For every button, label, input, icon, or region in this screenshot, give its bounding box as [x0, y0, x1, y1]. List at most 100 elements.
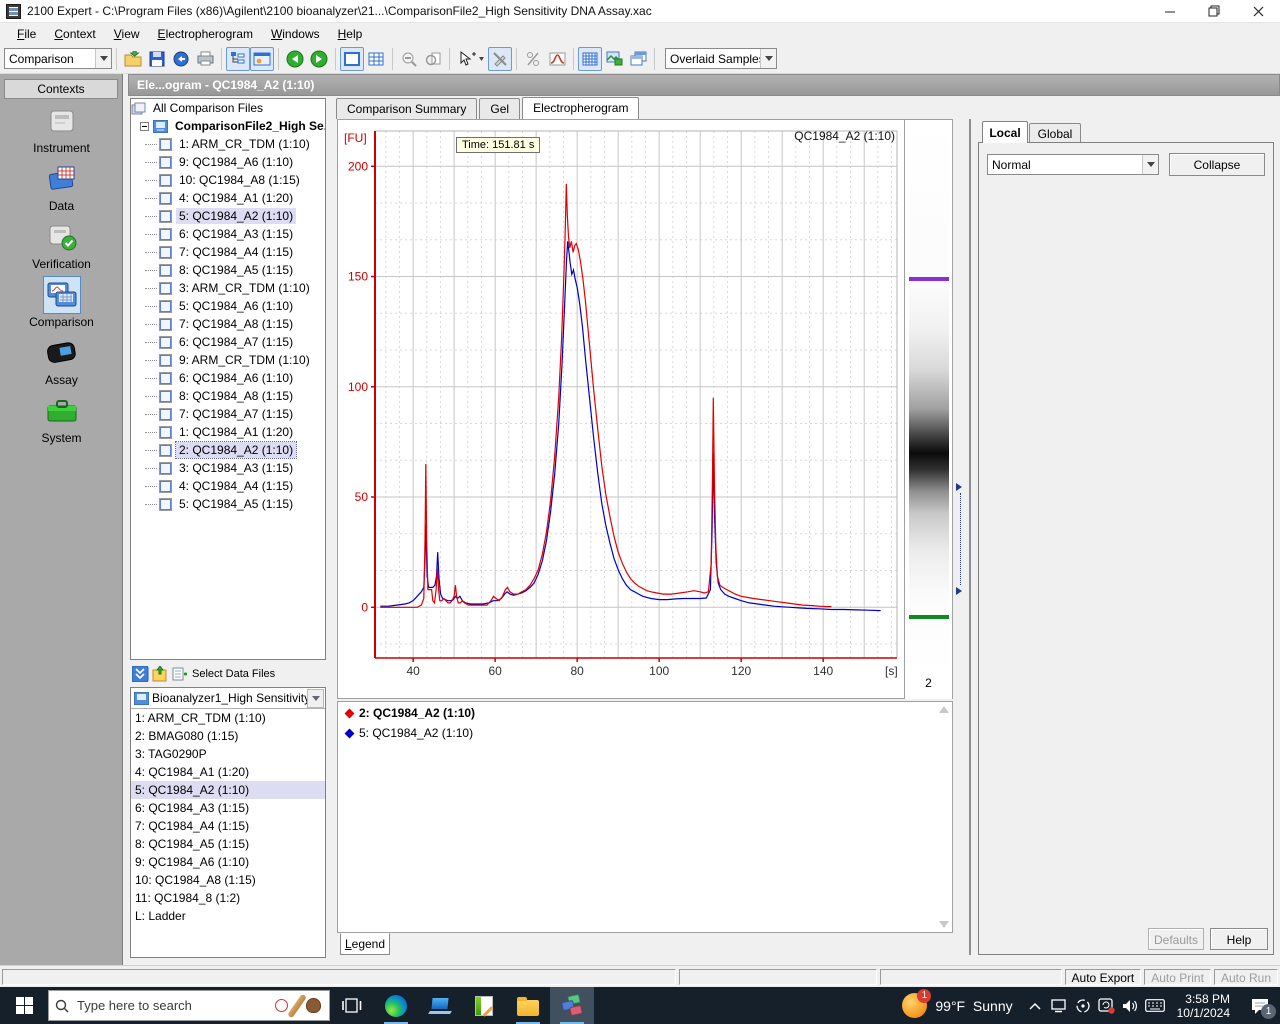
taskbar-search-input[interactable]: Type here to search: [48, 990, 330, 1021]
tab-comparison-summary[interactable]: Comparison Summary: [336, 98, 478, 119]
sample-checkbox[interactable]: [159, 461, 172, 475]
taskbar-app-edge[interactable]: [374, 987, 418, 1024]
restore-button[interactable]: [1192, 0, 1236, 22]
data-file-item[interactable]: 3: TAG0290P: [131, 745, 325, 763]
open-file-icon[interactable]: [121, 47, 145, 71]
data-file-item[interactable]: 10: QC1984_A8 (1:15): [131, 871, 325, 889]
taskbar-app-2100-expert[interactable]: [550, 987, 594, 1024]
undo-icon[interactable]: [169, 47, 193, 71]
notification-center-button[interactable]: 1: [1240, 987, 1280, 1024]
tab-global[interactable]: Global: [1029, 123, 1081, 143]
data-file-item[interactable]: 11: QC1984_8 (1:2): [131, 889, 325, 907]
print-icon[interactable]: [193, 47, 217, 71]
data-file-item[interactable]: 2: BMAG080 (1:15): [131, 727, 325, 745]
tree-sample-item[interactable]: 6: QC1984_A3 (1:15): [131, 225, 325, 243]
tree-sample-item[interactable]: 7: QC1984_A8 (1:15): [131, 315, 325, 333]
tree-sample-item[interactable]: 7: QC1984_A4 (1:15): [131, 243, 325, 261]
tree-view-icon[interactable]: [226, 46, 250, 71]
tree-sample-item[interactable]: 9: QC1984_A6 (1:10): [131, 153, 325, 171]
annotation-off-icon[interactable]: [488, 46, 512, 71]
data-file-item[interactable]: 5: QC1984_A2 (1:10): [131, 781, 325, 799]
taskbar-app-file-explorer[interactable]: [506, 987, 550, 1024]
data-file-item[interactable]: 8: QC1984_A5 (1:15): [131, 835, 325, 853]
tree-sample-item[interactable]: 1: ARM_CR_TDM (1:10): [131, 135, 325, 153]
menu-electropherogram[interactable]: Electropherogram: [149, 24, 262, 44]
sample-checkbox[interactable]: [159, 281, 172, 295]
sample-checkbox[interactable]: [159, 299, 172, 313]
sample-checkbox[interactable]: [159, 263, 172, 277]
sample-checkbox[interactable]: [159, 227, 172, 241]
menu-view[interactable]: View: [105, 24, 149, 44]
sample-checkbox[interactable]: [159, 353, 172, 367]
sample-checkbox[interactable]: [159, 317, 172, 331]
sample-checkbox[interactable]: [159, 425, 172, 439]
sample-checkbox[interactable]: [159, 497, 172, 511]
legend-scroll-down-icon[interactable]: [939, 921, 949, 928]
legend-tab[interactable]: Legend: [340, 933, 390, 955]
collapse-button[interactable]: Collapse: [1169, 153, 1265, 176]
close-button[interactable]: [1236, 0, 1280, 22]
legend-entry[interactable]: 2: QC1984_A2 (1:10): [338, 702, 952, 722]
menu-context[interactable]: Context: [45, 24, 104, 44]
properties-panel-icon[interactable]: [250, 46, 274, 71]
update-icon[interactable]: [1095, 987, 1119, 1024]
tab-gel[interactable]: Gel: [479, 98, 521, 119]
tree-sample-item[interactable]: 6: QC1984_A6 (1:10): [131, 369, 325, 387]
tree-sample-item[interactable]: 3: QC1984_A3 (1:15): [131, 459, 325, 477]
import-file-icon[interactable]: [152, 666, 169, 682]
menu-windows[interactable]: Windows: [262, 24, 329, 44]
menu-help[interactable]: Help: [329, 24, 372, 44]
nav-forward-icon[interactable]: [307, 47, 331, 71]
slider-top-handle[interactable]: [956, 483, 962, 491]
sidebar-item-verification[interactable]: Verification: [0, 218, 123, 271]
tree-sample-item[interactable]: 8: QC1984_A5 (1:15): [131, 261, 325, 279]
tree-sample-item[interactable]: 5: QC1984_A2 (1:10): [131, 207, 325, 225]
vertical-splitter[interactable]: [969, 119, 971, 955]
sample-checkbox[interactable]: [159, 137, 172, 151]
peak-view-icon[interactable]: [545, 47, 569, 71]
start-button[interactable]: [0, 987, 48, 1024]
slider-bottom-handle[interactable]: [956, 587, 962, 595]
zoom-page-icon[interactable]: [421, 47, 445, 71]
zoom-out-icon[interactable]: [397, 47, 421, 71]
grid-view-icon[interactable]: [364, 47, 388, 71]
data-file-item[interactable]: 1: ARM_CR_TDM (1:10): [131, 709, 325, 727]
data-file-item[interactable]: L: Ladder: [131, 907, 325, 925]
sample-checkbox[interactable]: [159, 191, 172, 205]
sidebar-item-assay[interactable]: Assay: [0, 334, 123, 387]
speaker-icon[interactable]: [1119, 987, 1143, 1024]
sample-checkbox[interactable]: [159, 245, 172, 259]
taskbar-clock[interactable]: 3:58 PM 10/1/2024: [1167, 992, 1240, 1020]
tree-root[interactable]: All Comparison Files: [131, 99, 325, 117]
defaults-button[interactable]: Defaults: [1148, 928, 1204, 950]
legend-scroll-up-icon[interactable]: [939, 706, 949, 713]
collapse-expander-icon[interactable]: [140, 121, 149, 131]
auto-run-indicator[interactable]: Auto Run: [1213, 968, 1278, 985]
overlay-combobox[interactable]: Overlaid Samples: [665, 48, 777, 69]
data-file-item[interactable]: 4: QC1984_A1 (1:20): [131, 763, 325, 781]
gel-lane[interactable]: [909, 123, 949, 673]
gel-scale-slider[interactable]: [955, 483, 967, 595]
auto-export-indicator[interactable]: Auto Export: [1064, 968, 1142, 985]
save-icon[interactable]: [145, 47, 169, 71]
data-file-item[interactable]: 6: QC1984_A3 (1:15): [131, 799, 325, 817]
electropherogram-chart[interactable]: 0 50 100 150 200 40 60 80 100 120 140 [FU] [s] QC1984…: [338, 120, 904, 698]
chevron-down-icon[interactable]: [307, 688, 324, 708]
tile-windows-icon[interactable]: [626, 47, 650, 71]
tab-electropherogram[interactable]: Electropherogram: [522, 97, 640, 119]
sample-checkbox[interactable]: [159, 389, 172, 403]
sample-checkbox[interactable]: [159, 155, 172, 169]
tree-sample-item[interactable]: 5: QC1984_A5 (1:15): [131, 495, 325, 513]
add-file-icon[interactable]: [172, 666, 189, 682]
menu-file[interactable]: File: [8, 24, 45, 44]
tree-sample-item[interactable]: 8: QC1984_A8 (1:15): [131, 387, 325, 405]
legend-entry[interactable]: 5: QC1984_A2 (1:10): [338, 722, 952, 742]
tree-sample-item[interactable]: 6: QC1984_A7 (1:15): [131, 333, 325, 351]
tree-sample-item[interactable]: 7: QC1984_A7 (1:15): [131, 405, 325, 423]
gel-grid-icon[interactable]: [578, 46, 602, 71]
tree-comparison-file[interactable]: ComparisonFile2_High Se...: [131, 117, 325, 135]
tray-chevron-up-icon[interactable]: [1023, 987, 1047, 1024]
tree-sample-item[interactable]: 10: QC1984_A8 (1:15): [131, 171, 325, 189]
sample-checkbox[interactable]: [159, 371, 172, 385]
sample-checkbox[interactable]: [159, 335, 172, 349]
